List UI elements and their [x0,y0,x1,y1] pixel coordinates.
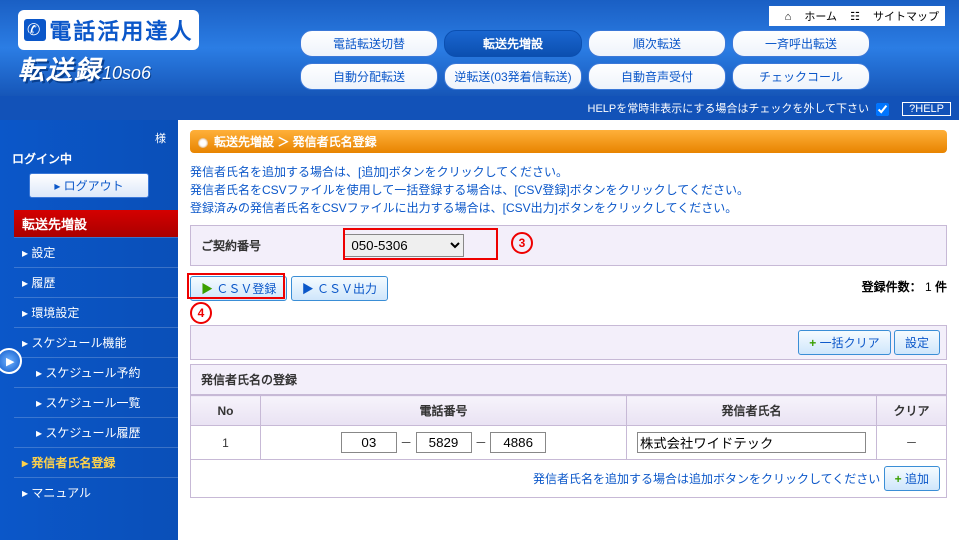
csv-button-row: ＣＳＶ登録 ＣＳＶ出力 登録件数： 1 件 4 [190,276,947,301]
phone-icon [24,19,46,41]
help-text: HELPを常時非表示にする場合はチェックを外して下さい [588,103,870,115]
col-phone: 電話番号 [261,396,627,426]
col-name: 発信者氏名 [627,396,877,426]
logo-line2: 転送録 [18,55,102,85]
nav-pill[interactable]: 自動分配転送 [300,63,438,90]
contract-select[interactable]: 050-5306 [344,234,464,257]
phone-part-input[interactable] [341,432,397,453]
sidebar-item[interactable]: スケジュール一覧 [14,387,178,417]
sidebar: 様 ログイン中 ▸ ログアウト 転送先増設 設定履歴環境設定スケジュール機能スケ… [0,120,178,540]
contract-label: ご契約番号 [201,237,341,254]
sidebar-item[interactable]: スケジュール履歴 [14,417,178,447]
help-button[interactable]: ?HELP [902,102,951,116]
bulk-clear-button[interactable]: 一括クリア [798,330,890,355]
sidebar-item[interactable]: マニュアル [14,477,178,507]
logo: 電話活用達人 転送録10so6 [18,10,238,90]
nav-pills: 電話転送切替転送先増設順次転送一斉呼出転送 自動分配転送逆転送(03発着信転送)… [300,30,870,96]
logo-line1: 電話活用達人 [49,19,193,44]
user-suffix: 様 [0,130,178,148]
nav-pill[interactable]: 転送先増設 [444,30,582,57]
caller-table: No 電話番号 発信者氏名 クリア 1 － － － [190,395,947,460]
nav-pill[interactable]: チェックコール [732,63,870,90]
nav-pill[interactable]: 自動音声受付 [588,63,726,90]
content-area: 転送先増設 ＞ 発信者氏名登録 発信者氏名を追加する場合は、[追加]ボタンをクリ… [178,120,959,540]
record-count: 登録件数： 1 件 [862,278,947,295]
action-button-row: 一括クリア 設定 [190,325,947,360]
add-row: 発信者氏名を追加する場合は追加ボタンをクリックしてください 追加 [190,460,947,498]
help-bar: HELPを常時非表示にする場合はチェックを外して下さい ?HELP [0,96,959,120]
csv-export-button[interactable]: ＣＳＶ出力 [291,276,388,301]
col-clear: クリア [877,396,947,426]
nav-pill[interactable]: 逆転送(03発着信転送) [444,63,582,90]
nav-pill[interactable]: 電話転送切替 [300,30,438,57]
login-status: ログイン中 [0,148,178,173]
cell-no: 1 [191,426,261,460]
sitemap-link[interactable]: ☷ サイトマップ [850,11,939,23]
sidebar-item[interactable]: 発信者氏名登録 [14,447,178,477]
app-header: ⌂ ホーム ☷ サイトマップ 電話活用達人 転送録10so6 電話転送切替転送先… [0,0,959,96]
logo-small: 10so6 [102,63,151,83]
settings-button[interactable]: 設定 [894,330,940,355]
phone-part-input[interactable] [490,432,546,453]
cell-name [627,426,877,460]
nav-pill[interactable]: 一斉呼出転送 [732,30,870,57]
add-hint: 発信者氏名を追加する場合は追加ボタンをクリックしてください [533,472,880,486]
phone-part-input[interactable] [416,432,472,453]
breadcrumb: 転送先増設 ＞ 発信者氏名登録 [190,130,947,153]
nav-pill[interactable]: 順次転送 [588,30,726,57]
sidebar-item[interactable]: スケジュール機能 [14,327,178,357]
sidebar-list: 設定履歴環境設定スケジュール機能スケジュール予約スケジュール一覧スケジュール履歴… [14,237,178,507]
annotation-circle-4: 4 [190,302,212,324]
table-row: 1 － － － [191,426,947,460]
csv-register-button[interactable]: ＣＳＶ登録 [190,276,287,301]
top-links: ⌂ ホーム ☷ サイトマップ [769,6,945,26]
caller-name-input[interactable] [637,432,866,453]
logout-button[interactable]: ▸ ログアウト [29,173,149,198]
annotation-circle-3: 3 [511,232,533,254]
home-link[interactable]: ⌂ ホーム [785,11,837,23]
sidebar-item[interactable]: 環境設定 [14,297,178,327]
sidebar-item[interactable]: 履歴 [14,267,178,297]
help-checkbox[interactable] [876,103,889,116]
table-section-title: 発信者氏名の登録 [190,364,947,395]
cell-phone: － － [261,426,627,460]
contract-box: ご契約番号 050-5306 3 [190,225,947,266]
sidebar-item[interactable]: 設定 [14,237,178,267]
add-button[interactable]: 追加 [884,466,940,491]
cell-clear: － [877,426,947,460]
sidebar-section-header: 転送先増設 [14,210,178,237]
col-no: No [191,396,261,426]
info-text: 発信者氏名を追加する場合は、[追加]ボタンをクリックしてください。 発信者氏名を… [190,163,947,217]
sidebar-item[interactable]: スケジュール予約 [14,357,178,387]
